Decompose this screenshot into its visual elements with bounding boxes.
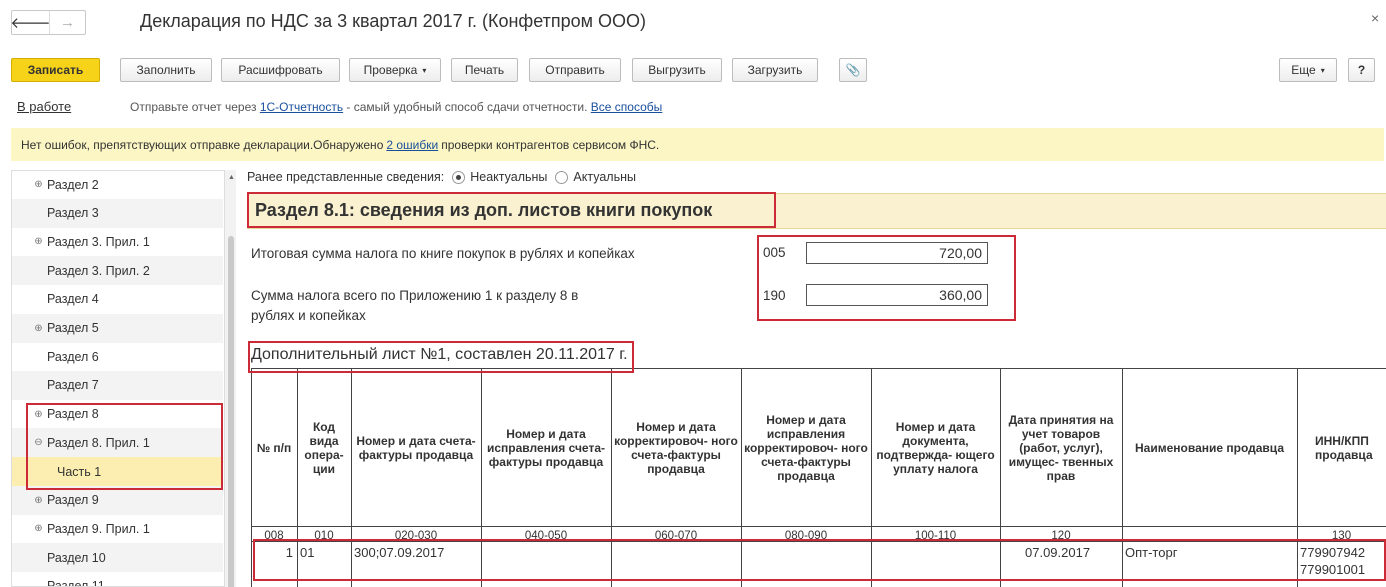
- tree-item[interactable]: ⊕ Раздел 5: [12, 313, 223, 343]
- tree-item[interactable]: Раздел 6: [12, 342, 223, 371]
- back-arrow-icon[interactable]: 🡐: [10, 11, 50, 34]
- export-button[interactable]: Выгрузить: [632, 58, 722, 82]
- header-divider: [251, 526, 1386, 527]
- tree-item-label: Раздел 9. Прил. 1: [47, 521, 150, 536]
- tree-item[interactable]: Раздел 7: [12, 370, 223, 400]
- expand-icon[interactable]: ⊕: [32, 323, 45, 334]
- tree-item[interactable]: Раздел 11: [12, 572, 223, 587]
- tree-item-label: Раздел 10: [47, 550, 106, 565]
- decode-button[interactable]: Расшифровать: [221, 58, 340, 82]
- save-button[interactable]: Записать: [11, 58, 100, 82]
- errors-link[interactable]: 2 ошибки: [386, 138, 438, 152]
- send-info: Отправьте отчет через 1С-Отчетность - са…: [130, 100, 662, 114]
- annotation-box-sheet: [248, 341, 634, 373]
- sections-tree: ⊕ Раздел 2 Раздел 3 ⊕ Раздел 3. Прил. 1 Разде…: [11, 170, 236, 587]
- column-header: Код вида опера- ции: [304, 420, 344, 476]
- annotation-box-values: [757, 235, 1016, 321]
- chevron-down-icon: ▾: [1320, 65, 1325, 75]
- forward-arrow-icon[interactable]: →: [49, 11, 85, 34]
- column-header: № п/п: [256, 441, 292, 455]
- more-dropdown-button[interactable]: Еще ▾: [1279, 58, 1337, 82]
- validation-message-bar: Нет ошибок, препятствующих отправке декл…: [11, 128, 1384, 161]
- column-header: Дата принятия на учет товаров (работ, ус…: [1008, 413, 1114, 483]
- tree-item[interactable]: Раздел 4: [12, 285, 223, 314]
- tree-item-label: Раздел 3. Прил. 1: [47, 234, 150, 249]
- service-link[interactable]: 1С-Отчетность: [260, 100, 343, 114]
- tree-item-label: Раздел 9: [47, 493, 99, 508]
- tree-item[interactable]: Раздел 3. Прил. 2: [12, 256, 223, 286]
- import-button[interactable]: Загрузить: [732, 58, 818, 82]
- expand-icon[interactable]: ⊕: [32, 236, 45, 247]
- column-header: Номер и дата счета-фактуры продавца: [356, 434, 476, 462]
- tree-item[interactable]: ⊕ Раздел 9: [12, 485, 223, 515]
- check-dropdown-button[interactable]: Проверка ▾: [349, 58, 441, 82]
- radio-relevant-label[interactable]: Актуальны: [573, 170, 636, 184]
- annotation-box-title: [247, 192, 776, 228]
- tree-item-label: Раздел 3. Прил. 2: [47, 263, 150, 278]
- expand-icon[interactable]: ⊕: [32, 495, 45, 506]
- window-title: Декларация по НДС за 3 квартал 2017 г. (…: [140, 11, 647, 31]
- tree-item[interactable]: ⊕ Раздел 9. Прил. 1: [12, 514, 223, 543]
- tree-item[interactable]: ⊕ Раздел 2: [12, 171, 223, 199]
- all-ways-link[interactable]: Все способы: [591, 100, 663, 114]
- radio-relevant[interactable]: [555, 170, 569, 184]
- tree-item-label: Раздел 2: [47, 177, 99, 192]
- total-tax-label: Итоговая сумма налога по книге покупок в…: [251, 246, 635, 261]
- tree-item-label: Раздел 3: [47, 206, 99, 221]
- prev-info-label: Ранее представленные сведения:: [247, 170, 445, 184]
- expand-icon[interactable]: ⊕: [32, 523, 45, 534]
- tree-item-label: Раздел 5: [47, 321, 99, 335]
- tree-item-label: Раздел 7: [47, 378, 99, 393]
- column-header: ИНН/КПП продавца: [1315, 434, 1373, 462]
- fill-button[interactable]: Заполнить: [120, 58, 212, 82]
- print-button[interactable]: Печать: [451, 58, 518, 82]
- info-middle: - самый удобный способ сдачи отчетности.: [343, 100, 591, 114]
- scroll-up-icon[interactable]: ▲: [228, 174, 235, 181]
- radio-irrelevant-label[interactable]: Неактуальны: [470, 170, 547, 184]
- scroll-thumb[interactable]: [228, 236, 234, 587]
- column-header: Номер и дата исправления корректировоч- …: [744, 413, 868, 483]
- prev-info-row: Ранее представленные сведения: Неактуаль…: [247, 170, 636, 184]
- warning-text-after: проверки контрагентов сервисом ФНС.: [441, 137, 660, 152]
- tree-item-label: Раздел 4: [47, 292, 99, 307]
- column-header: Номер и дата документа, подтвержда- ющег…: [876, 420, 995, 476]
- tree-item[interactable]: Раздел 3: [12, 198, 223, 228]
- appendix-tax-label-line2: рублях и копейках: [251, 308, 366, 323]
- tree-scrollbar[interactable]: ▲: [224, 170, 236, 587]
- close-icon[interactable]: ×: [1371, 10, 1379, 26]
- radio-irrelevant[interactable]: [452, 170, 466, 184]
- more-button-label: Еще: [1291, 63, 1316, 77]
- status-link[interactable]: В работе: [17, 99, 71, 114]
- warning-text-before: Нет ошибок, препятствующих отправке декл…: [21, 137, 384, 152]
- tree-item-label: Раздел 11: [47, 579, 105, 587]
- chevron-down-icon: ▾: [422, 65, 427, 75]
- info-prefix: Отправьте отчет через: [130, 100, 260, 114]
- column-header: Наименование продавца: [1135, 441, 1284, 455]
- column-header: Номер и дата исправления счета-фактуры п…: [486, 427, 605, 469]
- expand-icon[interactable]: ⊕: [32, 179, 45, 190]
- annotation-box-tree: [26, 403, 223, 490]
- annotation-box-row: [253, 539, 1386, 581]
- navigation-buttons: 🡐 →: [10, 10, 86, 35]
- tree-item[interactable]: Раздел 10: [12, 543, 223, 573]
- appendix-tax-label-line1: Сумма налога всего по Приложению 1 к раз…: [251, 288, 579, 303]
- attach-paperclip-icon[interactable]: 📎: [839, 58, 867, 82]
- help-button[interactable]: ?: [1348, 58, 1375, 82]
- tree-item[interactable]: ⊕ Раздел 3. Прил. 1: [12, 227, 223, 256]
- check-button-label: Проверка: [363, 63, 418, 77]
- column-header: Номер и дата корректировоч- ного счета-ф…: [614, 420, 738, 476]
- tree-item-label: Раздел 6: [47, 349, 99, 364]
- send-button[interactable]: Отправить: [529, 58, 621, 82]
